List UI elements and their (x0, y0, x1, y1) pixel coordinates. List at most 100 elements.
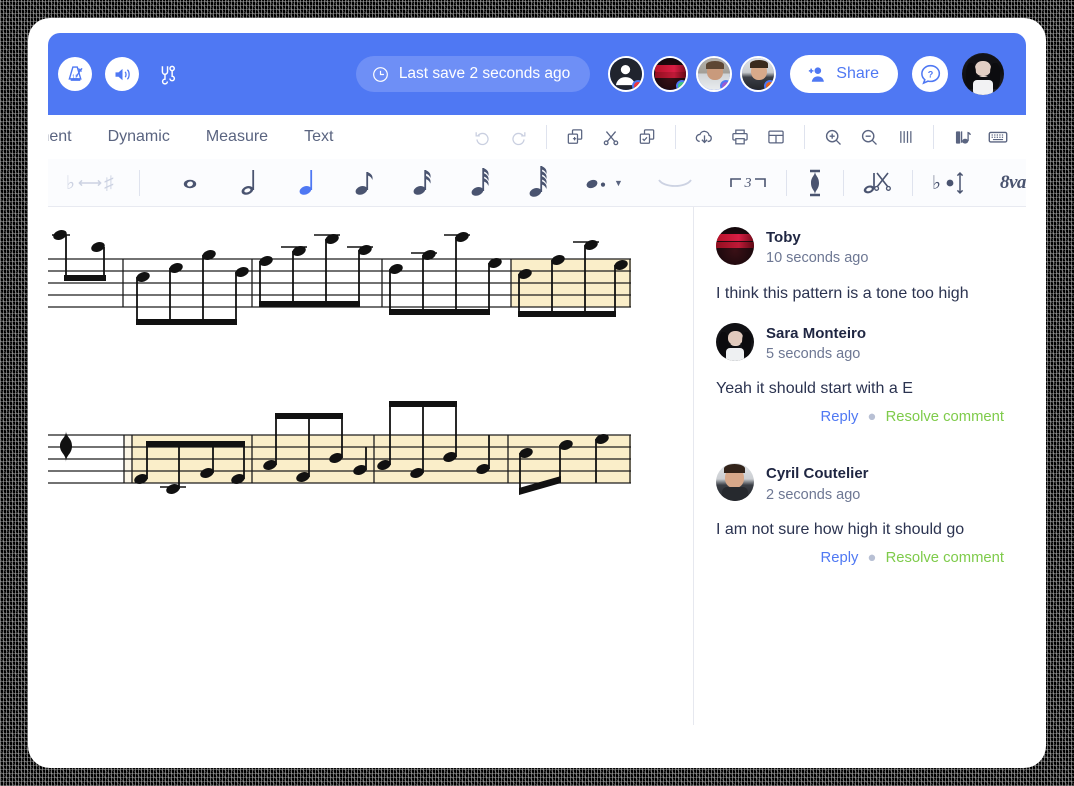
avatar-image (716, 322, 754, 361)
avatar-image (962, 53, 1004, 95)
duration-sixtyfourth-note-button[interactable] (519, 163, 557, 203)
note-palette-bar: ♭ ♯ ▼ 3 ♭ 8va (48, 159, 1026, 207)
editor-body: Toby 10 seconds ago I think this pattern… (48, 207, 1026, 725)
avatar-current-user[interactable] (962, 53, 1004, 95)
clock-icon (372, 66, 388, 82)
comment-thread-item: Sara Monteiro 5 seconds ago Yeah it shou… (716, 322, 1004, 426)
measure-pickup-notes[interactable] (52, 228, 106, 281)
help-question-icon: ? (920, 64, 940, 84)
app-window: 12 Last save 2 seconds ago Share ? ent D… (48, 33, 1026, 725)
reply-link[interactable]: Reply (821, 409, 859, 425)
presence-dot (676, 80, 687, 90)
dotted-note-button[interactable]: ▼ (577, 163, 629, 203)
paste-button[interactable] (629, 120, 665, 154)
menu-bar: ment Dynamic Measure Text (48, 115, 1026, 159)
help-button[interactable]: ? (912, 56, 948, 92)
resolve-comment-link[interactable]: Resolve comment (886, 550, 1004, 566)
duration-sixteenth-note-button[interactable] (403, 163, 441, 203)
comment-meta: Cyril Coutelier 2 seconds ago (766, 463, 869, 505)
add-copy-button[interactable] (557, 120, 593, 154)
presence-dot (720, 80, 731, 90)
menu-item-dynamic[interactable]: Dynamic (90, 115, 188, 159)
measure-rest[interactable] (60, 431, 72, 462)
rest-button[interactable] (798, 163, 832, 203)
palette-separator (139, 169, 140, 196)
avatar-cyril-coutelier[interactable] (740, 56, 777, 92)
add-person-icon (809, 67, 825, 82)
comment-body: I think this pattern is a tone too high (716, 284, 969, 302)
zoom-out-icon (861, 129, 877, 145)
duration-half-note-button[interactable] (229, 163, 267, 203)
tie-slur-button[interactable] (649, 163, 701, 203)
tuning-fork-icon (161, 65, 176, 85)
barlines-icon (900, 131, 912, 143)
comment-avatar-cyril-coutelier[interactable] (716, 463, 754, 502)
barlines-button[interactable] (887, 120, 923, 154)
svg-text:♯: ♯ (104, 173, 114, 194)
duration-quarter-note-button[interactable] (287, 163, 325, 203)
menu-item-text[interactable]: Text (286, 115, 351, 159)
score-notation (48, 228, 631, 495)
share-button-label: Share (836, 65, 879, 82)
avatar-image (716, 227, 754, 265)
avatar-collaborator-3[interactable] (696, 56, 733, 92)
score-canvas[interactable] (48, 207, 693, 725)
accidental-updown-icon: ♭ (932, 171, 964, 194)
zoom-out-button[interactable] (851, 120, 887, 154)
comment-author: Toby (766, 229, 801, 246)
accidental-toggle-button[interactable]: ♭ ♯ (58, 163, 128, 203)
duration-eighth-note-button[interactable] (345, 163, 383, 203)
paste-check-icon (639, 129, 655, 144)
comment-header: Toby 10 seconds ago (716, 227, 1004, 269)
zoom-in-button[interactable] (815, 120, 851, 154)
avatar-toby[interactable] (652, 56, 689, 92)
redo-button[interactable] (500, 120, 536, 154)
measure-2-notes[interactable] (258, 232, 373, 307)
tuplet-button[interactable]: 3 (721, 163, 775, 203)
measure-1-notes[interactable] (135, 248, 250, 325)
duration-thirtysecond-note-button[interactable] (461, 163, 499, 203)
accidental-shift-button[interactable]: ♭ (924, 163, 974, 203)
avatar-guest-user[interactable] (608, 56, 645, 92)
toolbar-separator (675, 125, 676, 149)
menu-item-measure[interactable]: Measure (188, 115, 286, 159)
resolve-comment-link[interactable]: Resolve comment (886, 409, 1004, 425)
comment-avatar-sara-monteiro[interactable] (716, 322, 754, 361)
playback-audio-button[interactable] (105, 57, 139, 91)
download-cloud-icon (695, 130, 712, 143)
chevron-down-icon[interactable]: ▼ (614, 178, 623, 188)
score-system-2 (48, 401, 631, 495)
download-button[interactable] (686, 120, 722, 154)
layout-icon (768, 130, 784, 144)
sixtyfourth-note-icon (529, 165, 547, 197)
svg-text:12: 12 (72, 74, 78, 80)
comment-avatar-toby[interactable] (716, 227, 754, 265)
octave-button[interactable]: 8va ▼ (994, 163, 1026, 203)
quarter-note-icon (299, 169, 313, 195)
cut-button[interactable] (593, 120, 629, 154)
svg-text:?: ? (927, 69, 933, 79)
avatar-image (716, 463, 754, 502)
layout-button[interactable] (758, 120, 794, 154)
comments-panel[interactable]: Toby 10 seconds ago I think this pattern… (693, 207, 1026, 725)
measure-3-notes[interactable] (388, 230, 503, 315)
note-delete-button[interactable] (855, 163, 901, 203)
reply-link[interactable]: Reply (821, 550, 859, 566)
metronome-button[interactable]: 12 (58, 57, 92, 91)
comment-timestamp: 5 seconds ago (766, 345, 861, 362)
keyboard-button[interactable] (980, 120, 1016, 154)
action-separator-dot: ● (867, 409, 877, 426)
undo-button[interactable] (464, 120, 500, 154)
collaborator-avatars (608, 56, 777, 92)
speaker-icon (115, 68, 130, 80)
presence-dot (764, 80, 775, 90)
share-button[interactable]: Share (790, 55, 898, 93)
redo-icon (511, 131, 525, 145)
duration-whole-note-button[interactable] (171, 163, 209, 203)
menu-item-ornament[interactable]: ment (48, 115, 90, 159)
toolbar-separator (804, 125, 805, 149)
print-button[interactable] (722, 120, 758, 154)
dotted-note-icon (586, 179, 606, 188)
instrument-settings-button[interactable] (152, 59, 182, 89)
instrument-parts-button[interactable] (944, 120, 980, 154)
